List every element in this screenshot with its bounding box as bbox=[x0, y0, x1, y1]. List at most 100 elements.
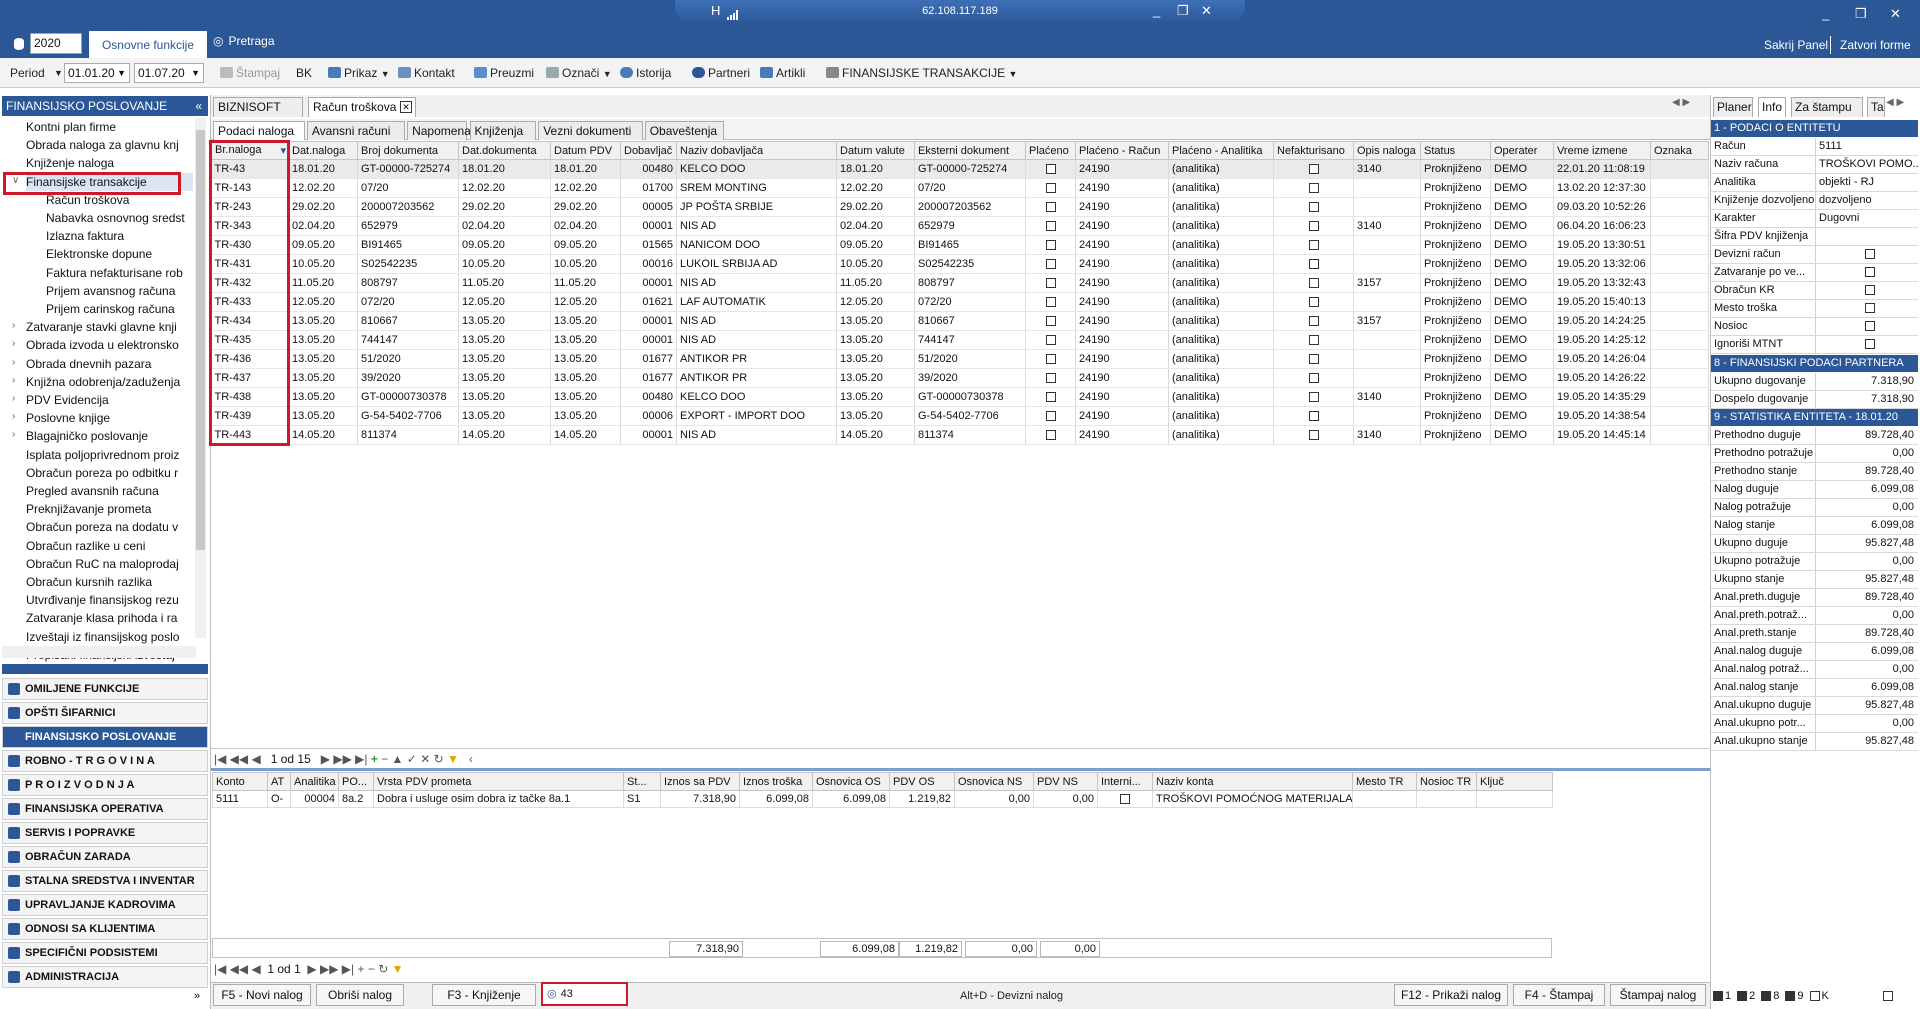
obrisi-nalog-button[interactable]: Obriši nalog bbox=[316, 984, 404, 1006]
table-cell[interactable]: 13.05.20 bbox=[836, 311, 915, 331]
delete-record-icon[interactable]: − bbox=[381, 752, 388, 766]
module-button[interactable]: OMILJENE FUNKCIJE bbox=[2, 678, 208, 700]
column-header[interactable]: Broj dokumenta bbox=[357, 141, 459, 160]
table-cell[interactable]: GT-00000-725274 bbox=[357, 159, 459, 179]
table-cell[interactable]: 10.05.20 bbox=[288, 254, 358, 274]
table-cell[interactable]: NIS AD bbox=[676, 311, 837, 331]
footer-toggle[interactable]: 8 bbox=[1761, 990, 1779, 1002]
table-cell[interactable]: DEMO bbox=[1490, 406, 1554, 426]
table-cell[interactable]: BI91465 bbox=[914, 235, 1026, 255]
checkbox[interactable] bbox=[1865, 339, 1875, 350]
checkbox[interactable] bbox=[1045, 221, 1056, 232]
first-page-icon[interactable]: |◀ ◀◀ ◀ bbox=[214, 752, 261, 766]
column-header[interactable]: Konto bbox=[212, 772, 268, 791]
table-cell[interactable]: 00001 bbox=[620, 330, 677, 350]
preuzmi-button[interactable]: Preuzmi bbox=[474, 66, 534, 80]
module-button[interactable]: OBRAČUN ZARADA bbox=[2, 846, 208, 868]
table-cell[interactable]: (analitika) bbox=[1168, 387, 1274, 407]
table-cell[interactable]: 12.05.20 bbox=[458, 292, 551, 312]
table-cell[interactable]: Proknjiženo bbox=[1420, 159, 1491, 179]
module-button[interactable]: SPECIFIČNI PODSISTEMI bbox=[2, 942, 208, 964]
table-cell[interactable] bbox=[1476, 790, 1553, 808]
tree-item[interactable]: Obračun poreza na dodatu v bbox=[26, 518, 193, 536]
table-cell[interactable] bbox=[1025, 254, 1076, 274]
table-cell[interactable]: 18.01.20 bbox=[458, 159, 551, 179]
table-cell[interactable]: JP POŠTA SRBIJE bbox=[676, 197, 837, 217]
table-cell[interactable]: 13.05.20 bbox=[550, 406, 621, 426]
table-cell[interactable]: 13.05.20 bbox=[458, 311, 551, 331]
table-cell[interactable]: 24190 bbox=[1075, 425, 1169, 445]
table-cell[interactable]: 02.04.20 bbox=[550, 216, 621, 236]
table-cell[interactable]: 19.05.20 13:32:43 bbox=[1553, 273, 1651, 293]
up-icon[interactable]: ▲ bbox=[392, 752, 404, 766]
table-cell[interactable]: NIS AD bbox=[676, 330, 837, 350]
table-cell[interactable]: 00004 bbox=[290, 790, 339, 808]
stampaj-button[interactable]: Štampaj bbox=[220, 66, 280, 80]
table-cell[interactable]: Proknjiženo bbox=[1420, 387, 1491, 407]
table-cell[interactable]: BI91465 bbox=[357, 235, 459, 255]
table-cell[interactable]: 13.05.20 bbox=[458, 368, 551, 388]
table-cell[interactable]: 00001 bbox=[620, 311, 677, 331]
table-cell[interactable]: 13.05.20 bbox=[288, 311, 358, 331]
table-cell[interactable]: 19.05.20 14:26:22 bbox=[1553, 368, 1651, 388]
column-header[interactable]: Status bbox=[1420, 141, 1491, 160]
table-row[interactable]: TR-436 13.05.20 51/2020 13.05.20 13.05.20 016… bbox=[211, 349, 1709, 369]
tab-biznisoft[interactable]: BIZNISOFT v10 bbox=[213, 97, 303, 133]
table-cell[interactable] bbox=[1273, 387, 1354, 407]
tree-item[interactable]: Utvrđivanje finansijskog rezu bbox=[26, 591, 193, 609]
table-row[interactable]: TR-443 14.05.20 811374 14.05.20 14.05.20 0000… bbox=[211, 425, 1709, 445]
table-cell[interactable]: 13.05.20 bbox=[288, 330, 358, 350]
table-cell[interactable] bbox=[1025, 330, 1076, 350]
checkbox[interactable] bbox=[1713, 991, 1723, 1002]
table-cell[interactable] bbox=[1650, 387, 1709, 407]
expand-arrow-icon[interactable]: › bbox=[12, 338, 15, 349]
table-cell[interactable]: 13.05.20 bbox=[458, 406, 551, 426]
table-cell[interactable]: EXPORT - IMPORT DOO bbox=[676, 406, 837, 426]
table-cell[interactable]: 3157 bbox=[1353, 311, 1421, 331]
table-row[interactable]: TR-432 11.05.20 808797 11.05.20 11.05.20 0000… bbox=[211, 273, 1709, 293]
table-cell[interactable]: 24190 bbox=[1075, 197, 1169, 217]
table-cell[interactable]: 19.05.20 14:26:04 bbox=[1553, 349, 1651, 369]
table-cell[interactable]: S02542235 bbox=[357, 254, 459, 274]
subtab[interactable]: Podaci naloga bbox=[213, 121, 305, 140]
bk-button[interactable]: BK bbox=[296, 66, 312, 80]
add-record-icon[interactable]: + bbox=[371, 752, 378, 766]
filter-icon[interactable]: ▼ bbox=[447, 752, 459, 766]
novi-nalog-button[interactable]: F5 - Novi nalog bbox=[213, 984, 311, 1006]
table-cell[interactable]: 810667 bbox=[914, 311, 1026, 331]
table-cell[interactable]: 0,00 bbox=[1033, 790, 1098, 808]
checkbox[interactable] bbox=[1045, 316, 1056, 327]
right-tab[interactable]: Ta bbox=[1867, 97, 1885, 117]
table-cell[interactable]: 07/20 bbox=[914, 178, 1026, 198]
table-cell[interactable]: 13.05.20 bbox=[550, 349, 621, 369]
expand-arrow-icon[interactable]: › bbox=[12, 320, 15, 331]
module-button[interactable]: UPRAVLJANJE KADROVIMA bbox=[2, 894, 208, 916]
tree-item[interactable]: Faktura nefakturisane rob bbox=[46, 264, 193, 282]
table-cell[interactable]: 13.05.20 bbox=[458, 387, 551, 407]
table-row[interactable]: TR-431 10.05.20 S02542235 10.05.20 10.05.20 0… bbox=[211, 254, 1709, 274]
table-cell[interactable] bbox=[1273, 292, 1354, 312]
checkbox[interactable] bbox=[1865, 285, 1875, 296]
tree-hscrollbar[interactable] bbox=[2, 646, 196, 658]
table-cell[interactable] bbox=[1025, 406, 1076, 426]
table-cell[interactable]: 19.05.20 14:45:14 bbox=[1553, 425, 1651, 445]
table-cell[interactable] bbox=[1650, 235, 1709, 255]
table-cell[interactable]: 0,00 bbox=[954, 790, 1034, 808]
subtab[interactable]: Avansni računi bbox=[306, 121, 406, 140]
table-cell[interactable]: 13.05.20 bbox=[836, 330, 915, 350]
table-cell[interactable]: 24190 bbox=[1075, 292, 1169, 312]
column-header[interactable]: PO... bbox=[338, 772, 374, 791]
table-cell[interactable] bbox=[1650, 425, 1709, 445]
table-cell[interactable]: NANICOM DOO bbox=[676, 235, 837, 255]
tree-item[interactable]: Elektronske dopune bbox=[46, 245, 193, 263]
column-header[interactable]: Mesto TR bbox=[1352, 772, 1417, 791]
footer-toggle[interactable]: 1 bbox=[1713, 990, 1731, 1002]
table-cell[interactable]: TR-432 bbox=[211, 273, 289, 293]
table-cell[interactable]: LUKOIL SRBIJA AD bbox=[676, 254, 837, 274]
tree-item[interactable]: Obračun razlike u ceni bbox=[26, 537, 193, 555]
table-cell[interactable]: 12.05.20 bbox=[550, 292, 621, 312]
filter-icon[interactable]: ▼ bbox=[392, 962, 404, 976]
column-header[interactable]: AT bbox=[267, 772, 291, 791]
add-record-icon[interactable]: + bbox=[357, 962, 364, 976]
table-cell[interactable] bbox=[1025, 273, 1076, 293]
